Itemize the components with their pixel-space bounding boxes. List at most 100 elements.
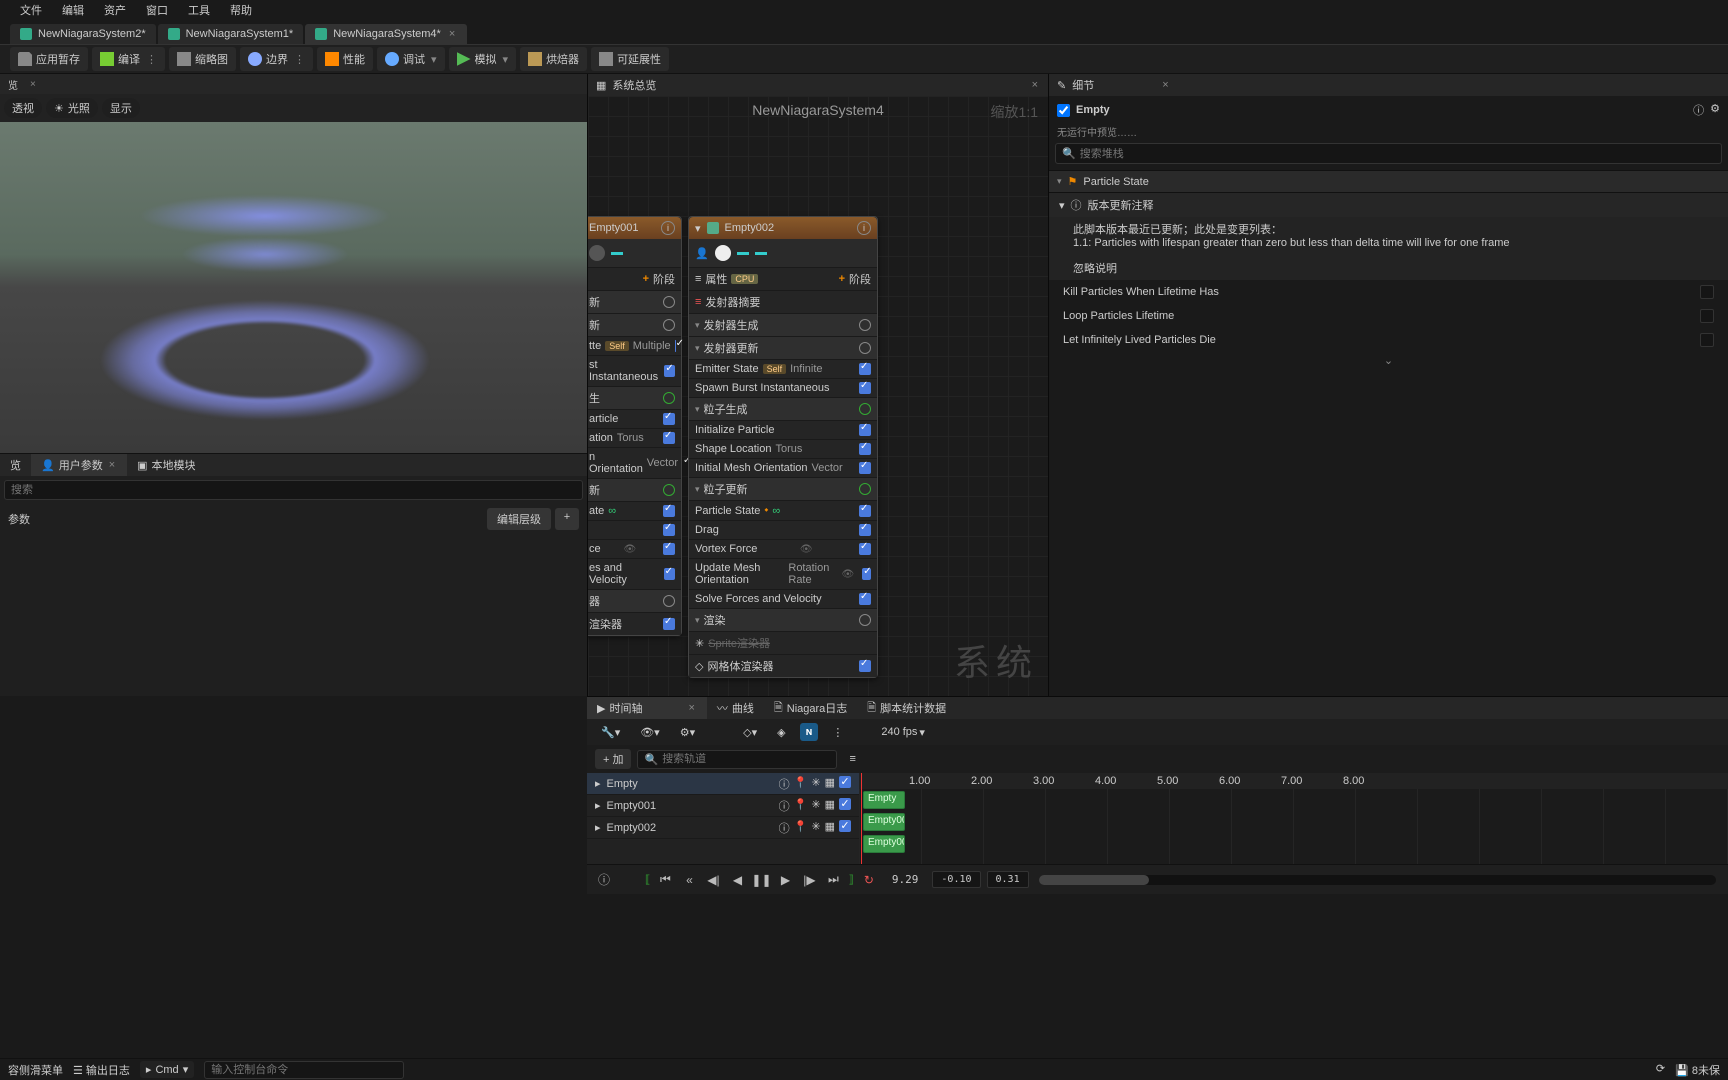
save-button[interactable]: 应用暂存 [10,47,88,71]
update-mesh-orientation-row[interactable]: Update Mesh Orientation Rotation Rate👁 [689,558,877,589]
file-tab[interactable]: NewNiagaraSystem2* [10,24,156,44]
checkbox[interactable] [664,568,675,580]
search-input[interactable] [11,484,576,496]
user-parameters-tab[interactable]: 👤用户参数× [31,454,127,476]
track-row[interactable]: ▸Empty002ⓘ📍✳▦✓ [587,817,859,839]
checkbox[interactable] [859,543,871,555]
gear-icon[interactable] [1710,102,1720,118]
kill-particles-row[interactable]: Kill Particles When Lifetime Has [1049,280,1728,304]
filter-button[interactable]: ≡ [843,751,861,767]
preview-tab[interactable]: 览× [0,74,587,94]
pin-icon[interactable]: 📍 [794,776,808,792]
sprite-renderer-row[interactable]: ✳Sprite渲染器 [689,631,877,654]
scalability-button[interactable]: 可延展性 [591,47,669,71]
checkbox[interactable]: ✓ [839,820,851,832]
close-icon[interactable]: × [1030,79,1040,91]
shape-location-row[interactable]: Shape Location Torus [689,439,877,458]
close-icon[interactable]: × [107,459,117,471]
next-frame-button[interactable]: ▶ [776,871,794,889]
playhead[interactable] [861,773,862,864]
stack-search[interactable]: 🔍 [1055,143,1722,164]
step-forward-button[interactable]: |▶ [800,871,818,889]
search-input[interactable] [662,753,830,766]
track-row[interactable]: ▸Emptyⓘ📍✳▦✓ [587,773,859,795]
performance-button[interactable]: 性能 [317,47,373,71]
curves-tab[interactable]: 〰曲线 [707,697,764,719]
timeline-canvas[interactable]: 1.00 2.00 3.00 4.00 5.00 6.00 7.00 8.00 … [859,773,1728,864]
range-start-marker[interactable]: ⟦ [645,873,650,886]
chevron-down-icon[interactable]: ⋮ [146,53,157,66]
chevron-down-icon[interactable]: ▾ [431,53,437,66]
close-icon[interactable]: × [447,28,457,40]
category-particle-state[interactable]: ▾⚑Particle State [1049,170,1728,193]
niagara-log-tab[interactable]: 🗎Niagara日志 [764,697,857,719]
infinite-die-row[interactable]: Let Infinitely Lived Particles Die [1049,328,1728,352]
file-tab[interactable]: NewNiagaraSystem4*× [305,24,467,44]
menu-tools[interactable]: 工具 [188,2,210,18]
checkbox[interactable] [859,382,871,394]
lit-mode-button[interactable]: ☀光照 [46,98,98,118]
gear-button[interactable]: ⚙▾ [674,724,701,741]
menu-help[interactable]: 帮助 [230,2,252,18]
clip-empty001[interactable]: Empty001 [863,813,905,831]
menu-window[interactable]: 窗口 [146,2,168,18]
prev-frame-button[interactable]: ◀ [728,871,746,889]
close-icon[interactable]: × [1160,79,1170,91]
local-modules-tab[interactable]: ▣本地模块 [127,454,205,476]
unsaved-indicator[interactable]: 💾 8未保 [1675,1062,1720,1078]
sim-target-icon[interactable] [715,245,731,261]
checkbox[interactable] [859,593,871,605]
solve-forces-row[interactable]: Solve Forces and Velocity [689,589,877,608]
checkbox[interactable] [859,363,871,375]
reverse-button[interactable]: ◀| [704,871,722,889]
loop-button[interactable]: ↻ [860,871,878,889]
loop-lifetime-row[interactable]: Loop Particles Lifetime [1049,304,1728,328]
simulate-button[interactable]: 模拟▾ [449,47,517,71]
script-stats-tab[interactable]: 🗎脚本统计数据 [857,697,956,719]
content-drawer-button[interactable]: 容侧滑菜单 [8,1062,63,1078]
chevron-down-icon[interactable]: ▾ [695,222,701,235]
edit-layers-button[interactable]: 编辑层级 [487,508,551,530]
expand-icon[interactable]: ⌄ [1049,352,1728,369]
go-to-end-button[interactable]: ⏭ [824,871,842,889]
info-icon[interactable]: i [661,221,675,235]
menu-file[interactable]: 文件 [20,2,42,18]
chevron-down-icon[interactable]: ▾ [695,343,700,354]
add-track-button[interactable]: + 加 [595,749,631,769]
checkbox[interactable] [663,543,675,555]
add-stage-icon[interactable]: + [643,273,649,285]
drag-row[interactable]: Drag [689,520,877,539]
chevron-down-icon[interactable]: ⋮ [294,53,305,66]
eye-icon[interactable]: 👁 [623,544,636,555]
source-control-status[interactable]: ⟳ [1656,1062,1665,1078]
checkbox[interactable] [663,618,675,630]
range-start-input[interactable]: -0.10 [932,871,980,888]
checkbox[interactable] [862,568,871,580]
clip-empty002[interactable]: Empty002 [863,835,905,853]
file-tab[interactable]: NewNiagaraSystem1* [158,24,304,44]
timeline-tab[interactable]: ▶时间轴× [587,697,707,719]
sim-target-icon[interactable] [589,245,605,261]
go-to-start-button[interactable]: ⏮ [656,871,674,889]
initial-mesh-orientation-row[interactable]: Initial Mesh Orientation Vector [689,458,877,477]
checkbox[interactable]: ✓ [839,776,851,788]
checkbox[interactable] [859,524,871,536]
menu-edit[interactable]: 编辑 [62,2,84,18]
checkbox[interactable] [1700,285,1714,299]
close-icon[interactable]: × [28,79,38,90]
checkbox[interactable] [859,462,871,474]
checkbox[interactable] [663,505,675,517]
checkbox[interactable] [859,505,871,517]
fps-selector[interactable]: 240 fps ▾ [875,724,931,741]
system-graph[interactable]: NewNiagaraSystem4 缩放1:1 系统 Empty001i +阶段… [588,96,1048,696]
view-mode-button[interactable]: 透视 [4,98,42,118]
chevron-down-icon[interactable]: ▾ [503,53,509,66]
chevron-down-icon[interactable]: ▾ [695,404,700,415]
snap-options[interactable]: ⋮ [826,724,849,741]
chevron-right-icon[interactable]: ▸ [595,799,601,812]
compile-button[interactable]: 编译⋮ [92,47,165,71]
vortex-force-row[interactable]: Vortex Force👁 [689,539,877,558]
info-icon[interactable]: i [857,221,871,235]
checkbox[interactable] [664,365,675,377]
checkbox[interactable] [1700,333,1714,347]
